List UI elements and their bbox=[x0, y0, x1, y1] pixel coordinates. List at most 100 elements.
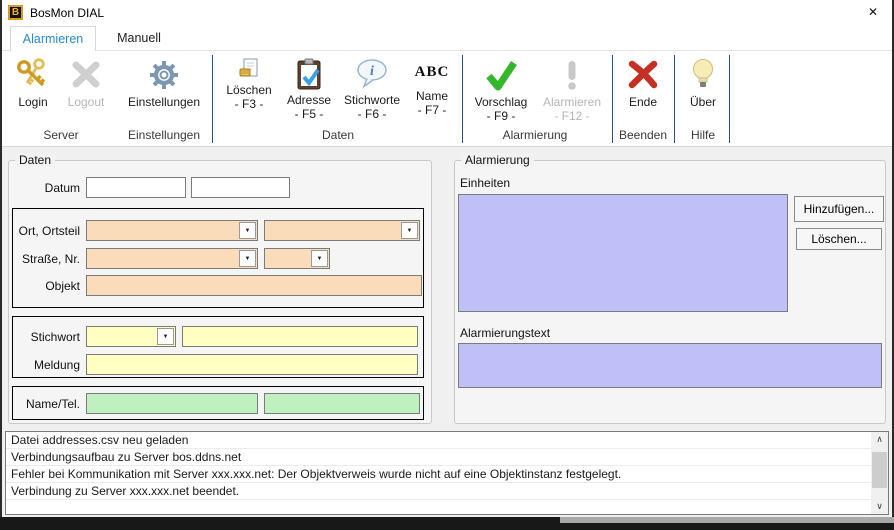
ort-combobox[interactable]: ▼ bbox=[86, 220, 258, 241]
logout-label: Logout bbox=[68, 95, 105, 109]
loeschen-fkey: - F3 - bbox=[235, 97, 264, 111]
datum-label: Datum bbox=[10, 181, 80, 195]
ende-button[interactable]: Ende bbox=[618, 55, 668, 127]
name-tel-label: Name/Tel. bbox=[10, 397, 80, 411]
tab-manuell[interactable]: Manuell bbox=[100, 26, 178, 51]
objekt-input[interactable] bbox=[86, 275, 422, 296]
datum-input-2[interactable] bbox=[191, 177, 290, 198]
stichworte-label: Stichworte bbox=[344, 93, 400, 107]
adresse-f5-button[interactable]: Adresse - F5 - bbox=[280, 55, 338, 127]
ribbon-separator bbox=[462, 55, 463, 143]
strasse-combobox[interactable]: ▼ bbox=[86, 248, 258, 269]
name-f7-button[interactable]: ABC Name - F7 - bbox=[406, 55, 458, 127]
group-label-server: Server bbox=[16, 128, 106, 142]
log-scrollbar[interactable]: ∧ ∨ bbox=[871, 432, 888, 514]
vorschlag-label: Vorschlag bbox=[475, 95, 528, 109]
adresse-label: Adresse bbox=[287, 93, 331, 107]
red-x-icon bbox=[625, 55, 661, 95]
alarmierungstext-textarea[interactable] bbox=[458, 343, 882, 388]
name-fkey: - F7 - bbox=[418, 103, 447, 117]
lightbulb-icon bbox=[690, 55, 716, 95]
alarmierung-groupbox-title: Alarmierung bbox=[461, 153, 534, 167]
chevron-down-icon[interactable]: ▼ bbox=[157, 328, 174, 345]
vorschlag-fkey: - F9 - bbox=[487, 109, 516, 123]
log-listbox[interactable]: Datei addresses.csv neu geladen Verbindu… bbox=[5, 431, 889, 515]
einheit-loeschen-button[interactable]: Löschen... bbox=[796, 228, 882, 250]
vorschlag-f9-button[interactable]: Vorschlag - F9 - bbox=[468, 55, 534, 127]
ueber-button[interactable]: Über bbox=[680, 55, 726, 127]
background-band bbox=[560, 517, 894, 523]
ortsteil-combobox[interactable]: ▼ bbox=[264, 220, 420, 241]
einheiten-listbox[interactable] bbox=[458, 194, 788, 312]
adresse-fkey: - F5 - bbox=[295, 107, 324, 121]
log-row[interactable]: Verbindungsaufbau zu Server bos.ddns.net bbox=[6, 449, 871, 466]
ribbon-separator bbox=[674, 55, 675, 143]
log-row[interactable]: Datei addresses.csv neu geladen bbox=[6, 432, 871, 449]
stichworte-fkey: - F6 - bbox=[358, 107, 387, 121]
ribbon-separator bbox=[212, 55, 213, 143]
chevron-down-icon[interactable]: ▼ bbox=[401, 222, 418, 239]
datum-input-1[interactable] bbox=[86, 177, 186, 198]
loeschen-f3-button[interactable]: Löschen - F3 - bbox=[218, 55, 280, 127]
hinzufuegen-button[interactable]: Hinzufügen... bbox=[794, 196, 884, 222]
green-check-icon bbox=[482, 55, 520, 95]
group-label-daten: Daten bbox=[298, 128, 378, 142]
scroll-up-icon[interactable]: ∧ bbox=[871, 432, 888, 447]
meldung-input[interactable] bbox=[86, 354, 418, 375]
window-title: BosMon DIAL bbox=[30, 6, 104, 20]
ende-label: Ende bbox=[629, 95, 657, 109]
log-row[interactable]: Verbindung zu Server xxx.xxx.net beendet… bbox=[6, 483, 871, 500]
app-icon: B bbox=[8, 5, 23, 20]
alarmieren-label: Alarmieren bbox=[543, 95, 601, 109]
alarmieren-fkey: - F12 - bbox=[554, 109, 589, 123]
loeschen-label: Löschen bbox=[226, 83, 271, 97]
log-row[interactable]: Fehler bei Kommunikation mit Server xxx.… bbox=[6, 466, 871, 483]
delete-document-icon bbox=[238, 55, 260, 83]
ribbon-separator bbox=[612, 55, 613, 143]
alarmieren-f12-button: Alarmieren - F12 - bbox=[538, 55, 606, 127]
einheiten-label: Einheiten bbox=[460, 176, 510, 190]
chevron-down-icon[interactable]: ▼ bbox=[239, 222, 256, 239]
login-label: Login bbox=[18, 95, 47, 109]
gear-icon bbox=[147, 55, 181, 95]
meldung-label: Meldung bbox=[10, 358, 80, 372]
group-label-beenden: Beenden bbox=[615, 128, 671, 142]
login-button[interactable]: Login bbox=[10, 55, 56, 127]
keys-icon bbox=[15, 55, 51, 95]
objekt-label: Objekt bbox=[10, 279, 80, 293]
einstellungen-button[interactable]: Einstellungen bbox=[120, 55, 208, 127]
strasse-label: Straße, Nr. bbox=[10, 252, 80, 266]
einstellungen-label: Einstellungen bbox=[128, 95, 200, 109]
daten-groupbox-title: Daten bbox=[15, 153, 55, 167]
scrollbar-thumb[interactable] bbox=[872, 452, 887, 488]
tel-input[interactable] bbox=[264, 393, 420, 414]
tab-alarmieren[interactable]: Alarmieren bbox=[10, 26, 96, 52]
title-bar: B BosMon DIAL ✕ bbox=[2, 0, 892, 25]
group-label-einstellungen: Einstellungen bbox=[118, 128, 210, 142]
scroll-down-icon[interactable]: ∨ bbox=[871, 499, 888, 514]
chevron-down-icon[interactable]: ▼ bbox=[239, 250, 256, 267]
ueber-label: Über bbox=[690, 95, 716, 109]
stichwort-combobox[interactable]: ▼ bbox=[86, 326, 176, 347]
name-input[interactable] bbox=[86, 393, 258, 414]
group-label-hilfe: Hilfe bbox=[681, 128, 725, 142]
logout-x-icon bbox=[69, 55, 103, 95]
ort-label: Ort, Ortsteil bbox=[10, 224, 80, 238]
tab-strip: Alarmieren Manuell bbox=[2, 25, 892, 51]
stichwort-label: Stichwort bbox=[10, 330, 80, 344]
svg-text:i: i bbox=[370, 64, 374, 79]
logout-button: Logout bbox=[60, 55, 112, 127]
window-border-left bbox=[0, 0, 2, 517]
stichworte-f6-button[interactable]: i Stichworte - F6 - bbox=[340, 55, 404, 127]
ribbon-toolbar: Login Logout bbox=[2, 51, 892, 147]
stichwort-text-input[interactable] bbox=[182, 326, 418, 347]
chevron-down-icon[interactable]: ▼ bbox=[311, 250, 328, 267]
exclamation-icon bbox=[565, 55, 579, 95]
alarmierungstext-label: Alarmierungstext bbox=[460, 326, 550, 340]
abc-text-icon: ABC bbox=[415, 55, 450, 89]
hausnummer-combobox[interactable]: ▼ bbox=[264, 248, 330, 269]
info-bubble-icon: i bbox=[354, 55, 390, 93]
ribbon-separator bbox=[729, 55, 730, 143]
clipboard-check-icon bbox=[294, 55, 324, 93]
close-icon[interactable]: ✕ bbox=[862, 4, 884, 21]
